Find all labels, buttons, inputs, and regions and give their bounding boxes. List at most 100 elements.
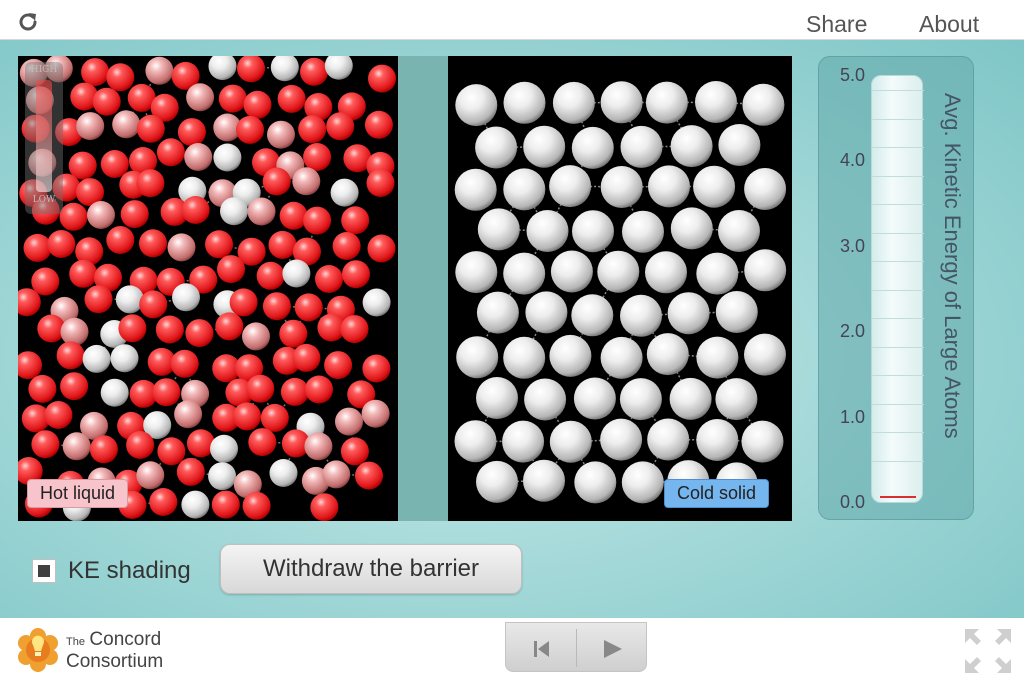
ke-shading-checkbox[interactable] [32, 559, 56, 583]
hot-atom [243, 90, 272, 119]
hot-atom [76, 112, 105, 141]
cold-atom [476, 460, 518, 503]
hot-atom [110, 344, 139, 373]
cold-atom [475, 126, 518, 169]
cold-atom [502, 420, 545, 463]
hot-atom [324, 351, 353, 380]
withdraw-barrier-button[interactable]: Withdraw the barrier [220, 544, 522, 594]
hot-atom [362, 288, 391, 317]
cold-atom [718, 124, 761, 166]
hot-atom [172, 283, 200, 312]
hot-atom [341, 206, 370, 235]
skip-back-icon[interactable] [526, 635, 556, 663]
hot-atom [247, 197, 276, 226]
cold-atom [715, 291, 758, 333]
logo-concord: Concord [89, 629, 162, 650]
hot-atom [185, 319, 214, 348]
hot-atom [361, 399, 390, 428]
cold-atom [525, 291, 568, 334]
hot-atom [118, 314, 147, 343]
cold-atom [718, 210, 760, 252]
hot-atom [315, 265, 343, 293]
cold-atom [524, 378, 567, 421]
checkbox-mark [38, 565, 50, 577]
hot-atom [170, 349, 199, 378]
hot-atom [84, 285, 113, 314]
cold-atom [549, 420, 592, 463]
cold-atom [503, 81, 546, 124]
hot-atom [208, 462, 237, 491]
kinetic-energy-gauge: 5.0 4.0 3.0 2.0 1.0 0.0 Avg. Kinetic Ene… [818, 56, 974, 520]
hot-atom [355, 461, 383, 490]
cold-atom [503, 168, 546, 211]
about-link[interactable]: About [919, 11, 979, 38]
hot-atom [242, 322, 270, 351]
hot-atom [220, 197, 248, 226]
ke-shading-toggle[interactable]: KE shading [32, 557, 191, 585]
hot-atom [69, 259, 98, 288]
hot-atom [269, 459, 298, 487]
hot-atom [236, 115, 264, 144]
hot-atom [100, 378, 129, 407]
y-tick: 5.0 [839, 65, 865, 85]
simulation-canvas[interactable]: HIGH LOW Hot liquid Cold solid [18, 56, 792, 521]
top-bar: Share About [0, 0, 1024, 40]
hot-atom [81, 58, 110, 87]
cold-atom [670, 125, 713, 168]
hot-atom [82, 344, 111, 373]
y-tick: 2.0 [839, 321, 865, 341]
ke-scale-bar [36, 80, 52, 192]
hot-atom [342, 260, 370, 289]
cold-atom [597, 250, 640, 293]
hot-atom [176, 457, 205, 486]
cold-atom [574, 461, 617, 504]
hot-atom [167, 233, 196, 262]
cold-atom [696, 336, 739, 379]
hot-atom [292, 343, 321, 372]
share-link[interactable]: Share [806, 11, 867, 38]
ke-color-scale: HIGH LOW [25, 62, 63, 214]
cold-atom [455, 251, 498, 294]
hot-atom [136, 461, 165, 490]
concord-logo-text[interactable]: The Concord Consortium [66, 630, 163, 673]
cold-atom [648, 165, 690, 208]
hot-atom [115, 285, 144, 314]
hot-atom [310, 493, 339, 521]
hot-atom [233, 402, 261, 431]
hot-atom [298, 115, 327, 144]
cold-atom [669, 377, 712, 420]
ke-shading-label: KE shading [68, 557, 191, 584]
hot-atom [89, 435, 118, 464]
cold-atom [645, 251, 687, 294]
cold-atom [742, 83, 785, 126]
hot-liquid-label: Hot liquid [27, 479, 129, 508]
cold-atom [572, 210, 614, 253]
hot-atom [47, 230, 76, 258]
hot-atom [59, 202, 88, 231]
cold-atom [476, 377, 518, 419]
hot-atom [106, 63, 135, 92]
cold-atom [744, 333, 786, 376]
cold-atom [670, 207, 713, 250]
hot-atom [126, 431, 155, 459]
fullscreen-icon[interactable] [962, 626, 1014, 676]
hot-atom [215, 312, 244, 341]
hot-atom [139, 229, 167, 258]
thermometer-fill [880, 496, 916, 498]
hot-atom [332, 232, 361, 260]
cold-atom [622, 210, 664, 253]
concord-logo-icon[interactable] [14, 626, 62, 674]
hot-atom [237, 56, 265, 83]
cold-atom [693, 165, 736, 208]
cold-atom [550, 250, 593, 293]
cold-atom [620, 294, 662, 337]
reload-icon[interactable] [16, 10, 40, 34]
play-icon[interactable] [598, 635, 628, 663]
hot-atom [217, 255, 245, 284]
hot-atom [267, 120, 295, 149]
cold-atom [503, 252, 546, 295]
hot-atom [177, 118, 206, 147]
hot-atom [366, 169, 395, 197]
cold-atom [571, 126, 614, 169]
hot-atom [340, 437, 369, 466]
